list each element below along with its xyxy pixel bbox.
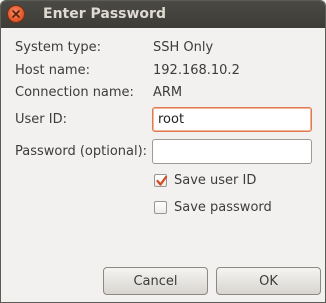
system-type-value: SSH Only: [153, 40, 214, 55]
ok-button[interactable]: OK: [216, 267, 321, 295]
save-password-checkbox-row[interactable]: Save password: [154, 200, 272, 215]
cancel-button[interactable]: Cancel: [103, 267, 208, 295]
window-title: Enter Password: [43, 6, 166, 22]
save-password-checkbox[interactable]: [154, 201, 167, 214]
save-user-id-checkbox[interactable]: [154, 174, 168, 187]
save-user-id-label: Save user ID: [174, 173, 257, 188]
title-bar[interactable]: Enter Password: [1, 1, 325, 28]
save-user-id-checkbox-row[interactable]: Save user ID: [154, 173, 256, 188]
close-icon: [12, 10, 20, 18]
password-label: Password (optional):: [15, 144, 148, 159]
connection-name-value: ARM: [153, 85, 183, 100]
password-input[interactable]: [152, 139, 312, 164]
enter-password-dialog: Enter Password System type: SSH Only Hos…: [0, 0, 326, 303]
close-button[interactable]: [7, 5, 25, 23]
system-type-label: System type:: [15, 40, 102, 55]
host-name-value: 192.168.10.2: [153, 63, 240, 78]
checkmark-icon: [156, 175, 168, 186]
user-id-label: User ID:: [15, 112, 67, 127]
user-id-input[interactable]: [152, 107, 312, 132]
save-password-label: Save password: [174, 200, 272, 215]
host-name-label: Host name:: [15, 63, 90, 78]
connection-name-label: Connection name:: [15, 85, 134, 100]
